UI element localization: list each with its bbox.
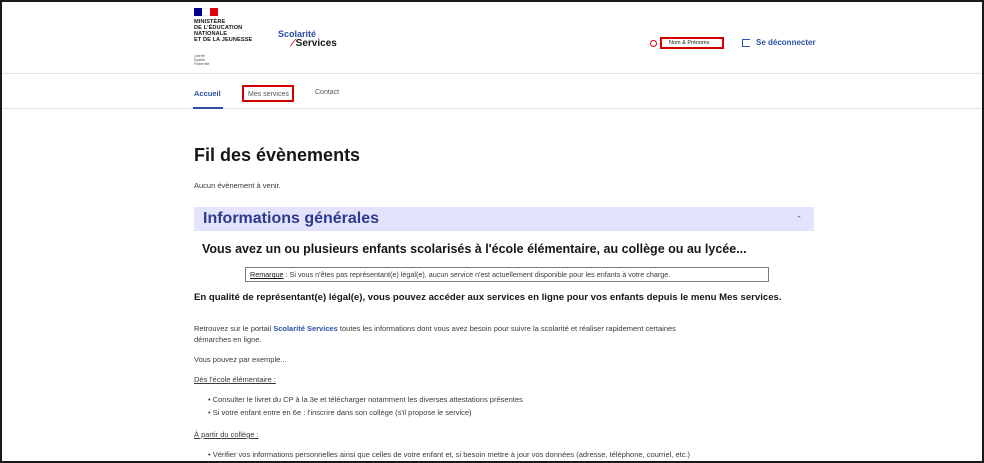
ministry-line: ET DE LA JEUNESSE xyxy=(194,37,253,43)
example-text: Vous pouvez par exemple... xyxy=(194,355,287,364)
swoosh-icon: ∕ xyxy=(292,38,294,49)
portal-text: toutes les informations dont vous avez b… xyxy=(337,324,676,333)
nav-item-mes-services[interactable]: Mes services xyxy=(242,85,294,102)
republic-motto: Liberté Égalité Fraternité xyxy=(194,54,209,66)
accordion-informations-generales[interactable]: Informations générales ⌃ xyxy=(194,207,814,231)
scolarite-services-logo[interactable]: Scolarité ∕ Services xyxy=(278,29,337,49)
browser-frame: MINISTÈRE DE L'ÉDUCATION NATIONALE ET DE… xyxy=(0,0,984,463)
events-title: Fil des évènements xyxy=(194,145,361,165)
brand-bottom: ∕ Services xyxy=(292,38,337,49)
portal-brand-link[interactable]: Scolarité Services xyxy=(273,324,338,333)
logout-label: Se déconnecter xyxy=(756,38,816,47)
brand-bottom-text: Services xyxy=(295,38,337,49)
remark-box: Remarque : Si vous n'êtes pas représenta… xyxy=(245,267,769,282)
portal-paragraph: Retrouvez sur le portail Scolarité Servi… xyxy=(194,323,754,345)
marianne-flag-icon xyxy=(194,8,218,16)
section-subtitle: Vous avez un ou plusieurs enfants scolar… xyxy=(202,242,747,256)
list-item-text: Consulter le livret du CP à la 3e et tél… xyxy=(212,395,523,404)
site-header: MINISTÈRE DE L'ÉDUCATION NATIONALE ET DE… xyxy=(2,2,982,74)
college-label: À partir du collège : xyxy=(194,430,259,439)
list-item-text: Si votre enfant entre en 6e : l'inscrire… xyxy=(212,408,472,417)
no-events-text: Aucun évènement à venir. xyxy=(194,181,281,190)
remark-label: Remarque xyxy=(250,270,284,279)
user-icon xyxy=(650,40,657,47)
nav-item-accueil[interactable]: Accueil xyxy=(194,89,221,98)
ministry-logo-text[interactable]: MINISTÈRE DE L'ÉDUCATION NATIONALE ET DE… xyxy=(194,19,252,43)
main-nav: Accueil Mes services Contact xyxy=(2,74,982,109)
remark-text: : Si vous n'êtes pas représentant(e) lég… xyxy=(283,270,671,279)
logout-icon xyxy=(742,38,750,47)
chevron-up-icon[interactable]: ⌃ xyxy=(796,215,802,223)
nav-item-contact[interactable]: Contact xyxy=(315,89,339,96)
user-name-box[interactable]: Nom & Prénoms xyxy=(660,37,724,49)
portal-text: démarches en ligne. xyxy=(194,335,262,344)
accordion-title: Informations générales xyxy=(203,210,380,227)
list-item: • Si votre enfant entre en 6e : l'inscri… xyxy=(208,408,472,417)
list-item: • Consulter le livret du CP à la 3e et t… xyxy=(208,395,523,404)
quality-heading: En qualité de représentant(e) légal(e), … xyxy=(194,292,782,303)
active-tab-indicator xyxy=(193,107,223,109)
motto-line: Fraternité xyxy=(194,62,210,66)
list-item-text: Vérifier vos informations personnelles a… xyxy=(212,450,691,459)
portal-text: Retrouvez sur le portail xyxy=(194,324,274,333)
elementary-label: Dès l'école élémentaire : xyxy=(194,375,276,384)
list-item: • Vérifier vos informations personnelles… xyxy=(208,450,691,459)
logout-button[interactable]: Se déconnecter xyxy=(742,38,816,47)
